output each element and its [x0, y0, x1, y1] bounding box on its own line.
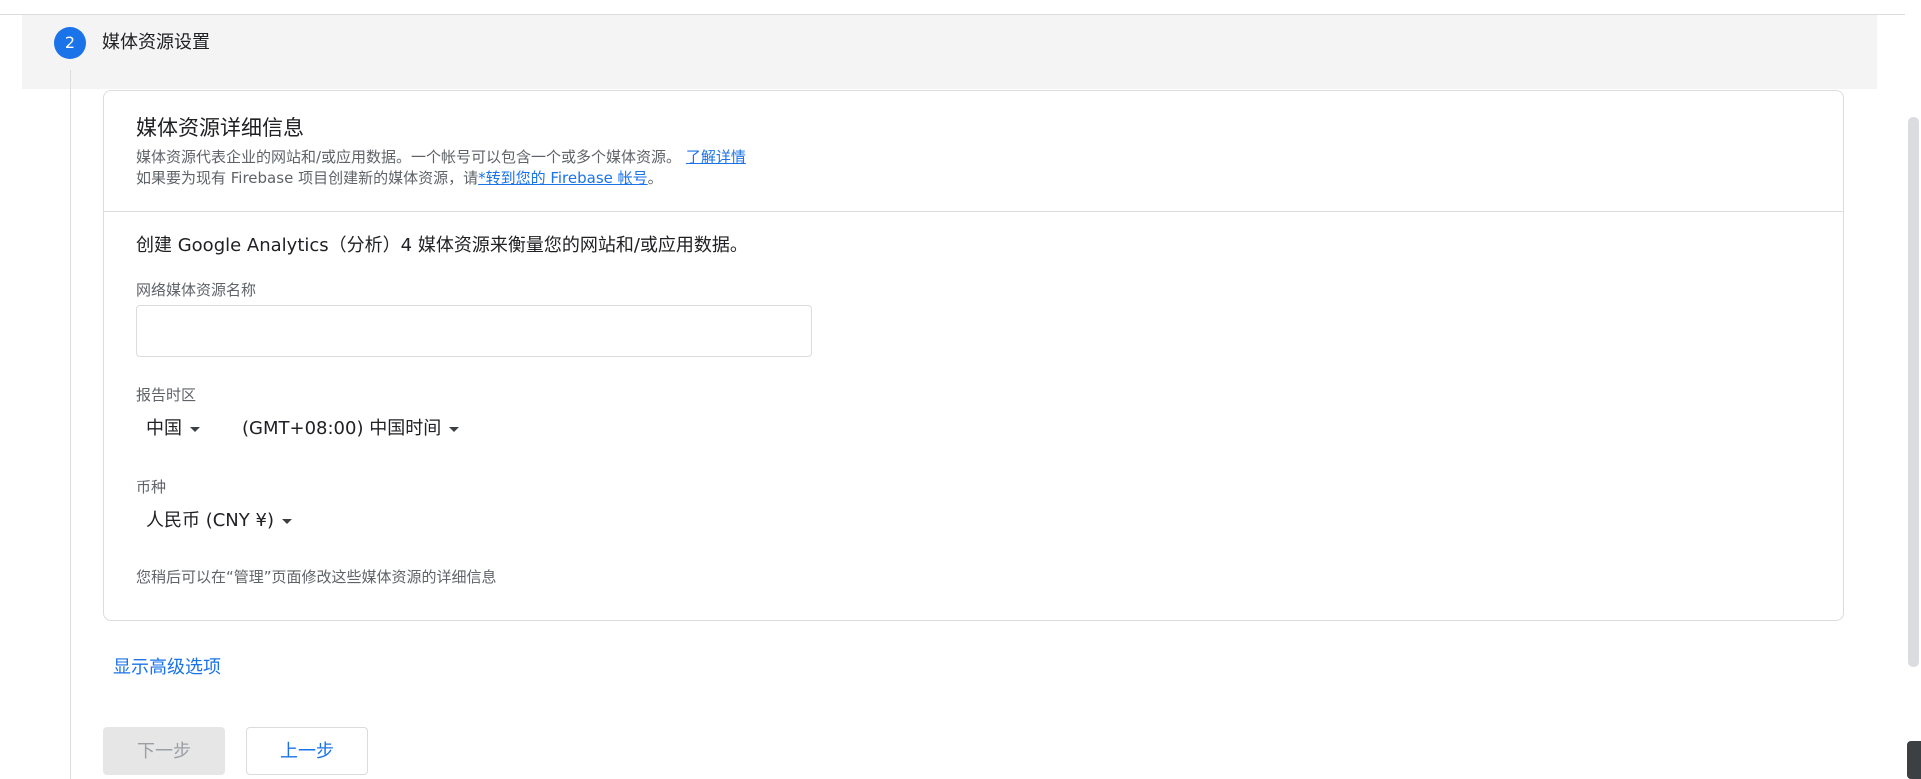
- firebase-suffix-text: 。: [647, 169, 663, 187]
- currency-select[interactable]: 人民币 (CNY ¥): [146, 507, 292, 535]
- property-details-card: 媒体资源详细信息 媒体资源代表企业的网站和/或应用数据。一个帐号可以包含一个或多…: [103, 90, 1844, 621]
- caret-down-icon: [190, 426, 200, 432]
- currency-value: 人民币 (CNY ¥): [146, 510, 274, 531]
- property-name-input[interactable]: [136, 305, 812, 357]
- timezone-value: (GMT+08:00) 中国时间: [242, 418, 442, 439]
- stepper-connector-line: [70, 70, 71, 779]
- learn-more-link[interactable]: 了解详情: [686, 148, 746, 166]
- description-text: 媒体资源代表企业的网站和/或应用数据。一个帐号可以包含一个或多个媒体资源。: [136, 148, 682, 166]
- caret-down-icon: [449, 426, 460, 432]
- create-property-text: 创建 Google Analytics（分析）4 媒体资源来衡量您的网站和/或应…: [136, 235, 748, 256]
- edit-later-note: 您稍后可以在“管理”页面修改这些媒体资源的详细信息: [136, 568, 497, 586]
- back-button[interactable]: 上一步: [246, 727, 368, 775]
- card-description-line2: 如果要为现有 Firebase 项目创建新的媒体资源，请*转到您的 Fireba…: [136, 168, 663, 188]
- card-header-section: 媒体资源详细信息 媒体资源代表企业的网站和/或应用数据。一个帐号可以包含一个或多…: [104, 91, 1843, 212]
- card-title: 媒体资源详细信息: [136, 116, 304, 140]
- show-advanced-options-link[interactable]: 显示高级选项: [113, 655, 221, 681]
- currency-label: 币种: [136, 478, 167, 496]
- caret-down-icon: [281, 518, 292, 524]
- timezone-label: 报告时区: [136, 386, 197, 404]
- step-title: 媒体资源设置: [102, 32, 210, 53]
- country-select[interactable]: 中国: [146, 415, 200, 443]
- firebase-prefix-text: 如果要为现有 Firebase 项目创建新的媒体资源，请: [136, 169, 479, 187]
- country-value: 中国: [146, 418, 182, 439]
- side-panel-handle[interactable]: [1907, 741, 1921, 779]
- step-number-badge: 2: [54, 27, 86, 59]
- timezone-select[interactable]: (GMT+08:00) 中国时间: [242, 415, 460, 443]
- firebase-account-link[interactable]: *转到您的 Firebase 帐号: [478, 169, 648, 187]
- property-name-label: 网络媒体资源名称: [136, 281, 257, 299]
- scrollbar-thumb[interactable]: [1908, 117, 1919, 667]
- step-header: 2 媒体资源设置: [22, 15, 1877, 89]
- card-description-line1: 媒体资源代表企业的网站和/或应用数据。一个帐号可以包含一个或多个媒体资源。 了解…: [136, 147, 746, 167]
- top-divider: [0, 0, 1921, 15]
- next-button[interactable]: 下一步: [103, 727, 225, 775]
